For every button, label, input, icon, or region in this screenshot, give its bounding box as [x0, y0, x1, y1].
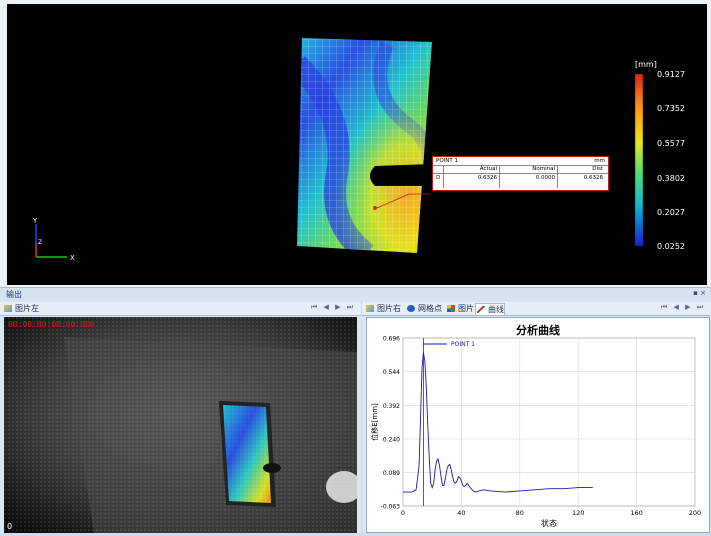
- frame-nav-controls[interactable]: ⏮ ◀ ▶ ⏭: [311, 303, 355, 312]
- x-tick-label: 40: [457, 509, 465, 517]
- legend-tick: 0.0252: [657, 242, 685, 251]
- probe-col-dist: Dist: [592, 166, 603, 172]
- probe-row-label: D: [436, 175, 441, 181]
- left-tabbar: 图片左 ⏮ ◀ ▶ ⏭: [0, 302, 361, 316]
- probe-col-actual: Actual: [479, 166, 497, 172]
- 3d-viewport[interactable]: Y Z X POINT 1 mm Actual Nominal Dist D 0…: [7, 4, 707, 285]
- legend-unit: [mm]: [635, 60, 657, 69]
- probe-info-box[interactable]: POINT 1 mm Actual Nominal Dist D 0.6326 …: [432, 156, 609, 191]
- specimen-photo: [4, 317, 357, 533]
- image-icon: [366, 305, 374, 312]
- probe-point[interactable]: [373, 206, 377, 210]
- displacement-map: Y Z X: [32, 38, 644, 262]
- camera-image[interactable]: 00:00:00:00:00:000 0: [4, 317, 357, 533]
- timestamp: 00:00:00:00:00:000: [8, 320, 95, 329]
- plot-area: [402, 337, 696, 507]
- x-tick-label: 200: [689, 509, 701, 517]
- probe-tip: [263, 463, 281, 473]
- grid-points-icon: [407, 305, 415, 312]
- probe-shadow: [370, 164, 432, 186]
- x-tick-label: 80: [516, 509, 524, 517]
- probe-col-nominal: Nominal: [532, 166, 555, 172]
- right-tabbar: 图片右 网格点 图片 曲线 ⏮ ◀ ▶ ⏭: [362, 302, 711, 316]
- tab-grid-points[interactable]: 网格点: [406, 303, 442, 314]
- probe-unit: mm: [594, 158, 605, 164]
- legend-tick: 0.5577: [657, 139, 685, 148]
- frame-nav-controls[interactable]: ⏮ ◀ ▶ ⏭: [661, 303, 705, 312]
- legend-tick: 0.7352: [657, 104, 685, 113]
- output-splitter[interactable]: [0, 287, 711, 303]
- chart-title: 分析曲线: [516, 324, 560, 337]
- frame-number: 0: [7, 522, 13, 531]
- axis-label-y: Y: [32, 217, 38, 225]
- probe-nominal-value: 0.0000: [535, 175, 555, 181]
- axis-label-x: X: [70, 254, 75, 262]
- chart-canvas: 0 40 80 120 160 200 -0.063 0.089 0.240 0.392 0.544…: [370, 336, 701, 529]
- tab-curve[interactable]: 曲线: [475, 303, 505, 315]
- x-axis-label: 状态: [541, 518, 557, 528]
- tab-label: 图片左: [15, 304, 39, 313]
- image-grid-icon: [447, 305, 455, 312]
- probe-dist-value: 0.6326: [583, 175, 603, 181]
- legend-tick: 0.9127: [657, 70, 685, 79]
- left-image-panel: 图片左 ⏮ ◀ ▶ ⏭ 00:00:00:00:00:000 0: [0, 302, 361, 533]
- legend-tick: 0.2027: [657, 208, 685, 217]
- tab-image-left[interactable]: 图片左: [3, 303, 39, 314]
- y-tick-label: 0.089: [383, 470, 400, 477]
- y-tick-label: 0.392: [383, 403, 400, 410]
- tab-image-right[interactable]: 图片右: [365, 303, 401, 314]
- y-tick-label: -0.063: [381, 504, 401, 511]
- right-chart-panel: 图片右 网格点 图片 曲线 ⏮ ◀ ▶ ⏭ 分析曲线 0 40 80 120 160 20…: [362, 302, 711, 533]
- x-tick-label: 160: [630, 509, 642, 517]
- legend-entry: POINT 1: [451, 341, 475, 348]
- tab-image[interactable]: 图片: [446, 303, 474, 314]
- image-icon: [4, 305, 12, 312]
- tab-label: 网格点: [418, 304, 442, 313]
- pin-close-controls[interactable]: ▪ ×: [693, 289, 706, 297]
- output-panel-title: 输出: [6, 290, 22, 299]
- tab-label: 图片: [458, 304, 474, 313]
- x-tick-label: 120: [572, 509, 584, 517]
- probe-actual-value: 0.6326: [477, 175, 497, 181]
- y-tick-label: 0.240: [383, 436, 400, 443]
- color-legend-bar: [634, 73, 644, 247]
- tab-label: 曲线: [488, 305, 504, 314]
- tab-label: 图片右: [377, 304, 401, 313]
- curve-icon: [477, 306, 485, 313]
- axis-label-z: Z: [38, 239, 42, 246]
- probe-name: POINT 1: [436, 158, 458, 164]
- y-axis-label: 位移E[mm]: [370, 403, 379, 441]
- legend-tick: 0.3802: [657, 174, 685, 183]
- y-tick-label: 0.544: [383, 369, 400, 376]
- x-tick-label: 0: [401, 509, 405, 517]
- measurement-plate: [297, 38, 432, 253]
- analysis-chart[interactable]: 分析曲线 0 40 80 120 160 200 -0.063 0.089 0.240 0.392…: [366, 317, 710, 533]
